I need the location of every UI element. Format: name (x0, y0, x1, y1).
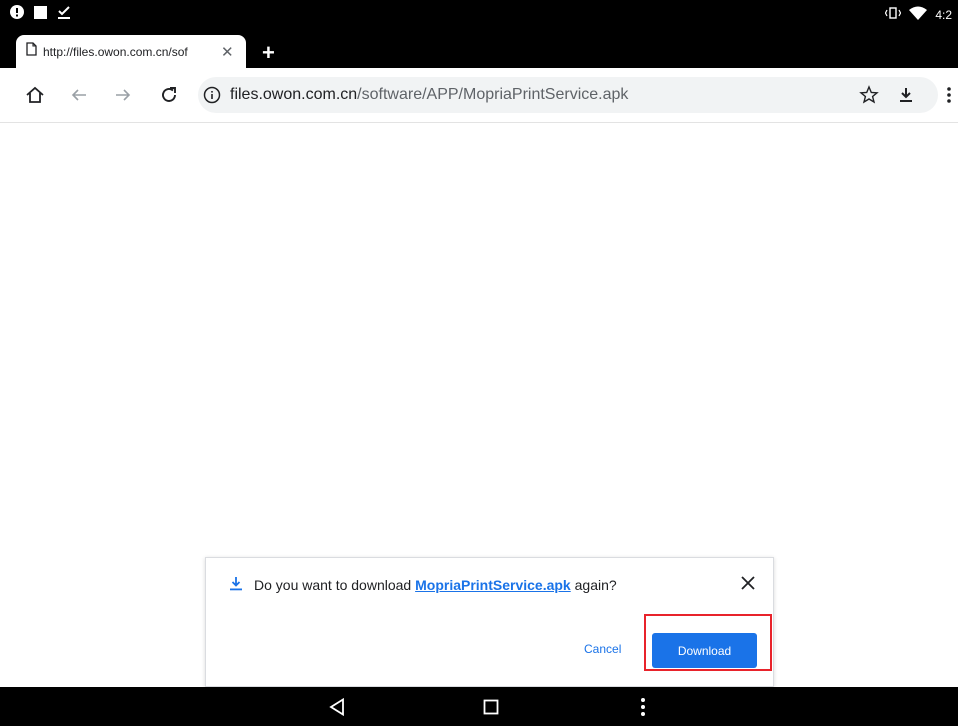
info-icon[interactable] (203, 86, 221, 109)
download-done-icon (57, 5, 71, 24)
wifi-icon (909, 6, 928, 23)
tab-active[interactable]: http://files.owon.com.cn/sof ✕ (16, 35, 246, 68)
download-prompt-message: Do you want to download MopriaPrintServi… (254, 577, 617, 593)
url-path: /software/APP/MopriaPrintService.apk (357, 86, 629, 103)
reload-icon[interactable] (156, 82, 182, 108)
download-prompt: Do you want to download MopriaPrintServi… (205, 557, 774, 687)
prompt-text-before: Do you want to download (254, 577, 416, 593)
close-tab-icon[interactable]: ✕ (221, 43, 234, 61)
back-icon[interactable] (66, 82, 92, 108)
cancel-button[interactable]: Cancel (584, 642, 621, 656)
new-tab-button[interactable]: + (262, 40, 275, 66)
download-button[interactable]: Download (652, 633, 757, 668)
nav-menu-icon[interactable] (640, 697, 646, 722)
system-navigation-bar (0, 687, 958, 726)
download-arrow-icon (228, 576, 244, 597)
url-text[interactable]: files.owon.com.cn/software/APP/MopriaPri… (230, 86, 628, 104)
download-icon[interactable] (893, 82, 919, 108)
tab-strip: http://files.owon.com.cn/sof ✕ + (0, 26, 958, 68)
forward-icon[interactable] (110, 82, 136, 108)
bookmark-star-icon[interactable] (856, 82, 882, 108)
square-icon (34, 5, 47, 24)
url-host: files.owon.com.cn (230, 86, 358, 103)
alert-icon (10, 5, 24, 24)
browser-toolbar: files.owon.com.cn/software/APP/MopriaPri… (0, 68, 958, 123)
more-vert-icon[interactable] (936, 82, 958, 108)
nav-home-icon[interactable] (483, 699, 499, 720)
close-icon[interactable] (741, 576, 755, 595)
address-bar[interactable]: files.owon.com.cn/software/APP/MopriaPri… (198, 77, 938, 113)
vibrate-icon (885, 7, 902, 22)
prompt-text-after: again? (570, 577, 617, 593)
status-bar: 4:2 (0, 0, 958, 26)
clock: 4:2 (935, 7, 952, 22)
home-icon[interactable] (22, 82, 48, 108)
nav-back-icon[interactable] (329, 697, 345, 721)
download-filename-link[interactable]: MopriaPrintService.apk (415, 577, 571, 593)
tab-title: http://files.owon.com.cn/sof (43, 44, 188, 59)
page-icon (26, 42, 37, 61)
